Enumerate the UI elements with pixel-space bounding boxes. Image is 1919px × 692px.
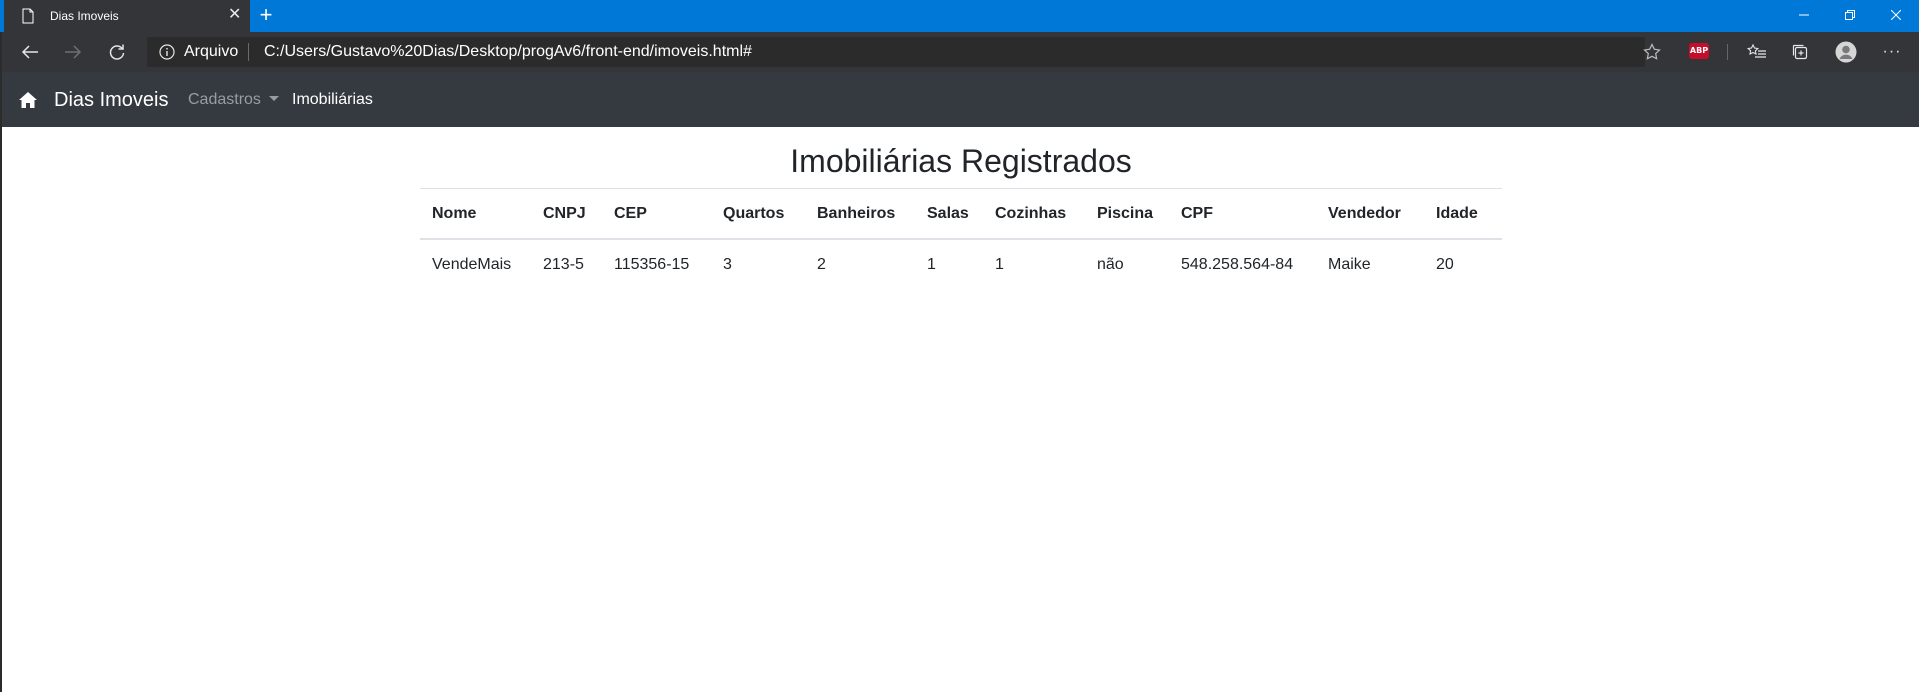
collections-button[interactable]: [1785, 38, 1815, 66]
cell-cep: 115356-15: [614, 256, 690, 273]
cell-nome: VendeMais: [432, 256, 512, 273]
refresh-icon: [109, 44, 125, 60]
refresh-button[interactable]: [102, 38, 132, 66]
cell-salas: 1: [927, 256, 936, 273]
column-header-vendedor: Vendedor: [1316, 188, 1424, 240]
collections-icon: [1792, 44, 1808, 60]
close-window-button[interactable]: [1873, 0, 1919, 32]
column-header-cnpj: CNPJ: [531, 188, 602, 240]
column-header-salas: Salas: [915, 188, 983, 240]
more-options-button[interactable]: ···: [1877, 38, 1907, 66]
minimize-icon: [1799, 14, 1809, 16]
column-header-cpf: CPF: [1169, 188, 1316, 240]
page-icon: [20, 8, 36, 24]
table-row: VendeMais 213-5 115356-15 3 2 1 1 não 54…: [420, 239, 1502, 290]
cell-piscina: não: [1097, 256, 1124, 273]
close-icon: [1890, 9, 1902, 21]
browser-tab-strip: Dias Imoveis ✕ +: [0, 0, 1919, 32]
column-header-quartos: Quartos: [711, 188, 805, 240]
profile-button[interactable]: [1831, 38, 1861, 66]
column-header-cozinhas: Cozinhas: [983, 188, 1085, 240]
cell-vendedor: Maike: [1328, 256, 1371, 273]
back-button[interactable]: [15, 38, 45, 66]
browser-toolbar: Arquivo C:/Users/Gustavo%20Dias/Desktop/…: [0, 32, 1919, 72]
column-header-piscina: Piscina: [1085, 188, 1169, 240]
toolbar-divider: [1727, 44, 1728, 60]
avatar-icon: [1835, 41, 1857, 63]
cadastros-dropdown[interactable]: Cadastros: [188, 90, 279, 110]
new-tab-button[interactable]: +: [253, 2, 279, 28]
imobiliarias-table: Nome CNPJ CEP Quartos Banheiros Salas Co…: [420, 188, 1502, 290]
cell-banheiros: 2: [817, 256, 826, 273]
restore-button[interactable]: [1827, 0, 1873, 32]
cell-idade: 20: [1436, 256, 1454, 273]
column-header-idade: Idade: [1424, 188, 1502, 240]
forward-button[interactable]: [58, 38, 88, 66]
arrow-right-icon: [65, 45, 82, 59]
protocol-label[interactable]: Arquivo: [184, 43, 238, 61]
favorites-button[interactable]: [1742, 38, 1772, 66]
favorites-list-icon: [1747, 43, 1766, 58]
column-header-nome: Nome: [420, 188, 531, 240]
info-icon[interactable]: [159, 44, 175, 60]
site-navbar: Dias Imoveis Cadastros Imobiliárias: [0, 72, 1919, 127]
adblock-plus-icon: ABP: [1689, 43, 1709, 59]
page-title: Imobiliárias Registrados: [790, 143, 1132, 179]
tab-title: Dias Imoveis: [50, 9, 119, 23]
navbar-brand[interactable]: Dias Imoveis: [54, 88, 168, 112]
cell-cnpj: 213-5: [543, 256, 584, 273]
address-divider: [248, 43, 249, 61]
caret-down-icon: [268, 96, 279, 101]
cell-cozinhas: 1: [995, 256, 1004, 273]
column-header-cep: CEP: [602, 188, 711, 240]
minimize-button[interactable]: [1781, 0, 1827, 32]
arrow-left-icon: [21, 45, 38, 59]
home-icon[interactable]: [18, 91, 38, 109]
cadastros-dropdown-label: Cadastros: [188, 91, 261, 108]
adblock-plus-button[interactable]: ABP: [1688, 42, 1710, 60]
url-text[interactable]: C:/Users/Gustavo%20Dias/Desktop/progAv6/…: [264, 43, 752, 61]
browser-tab[interactable]: Dias Imoveis ✕: [4, 0, 250, 32]
cell-cpf: 548.258.564-84: [1181, 256, 1294, 273]
cell-quartos: 3: [723, 256, 732, 273]
column-header-banheiros: Banheiros: [805, 188, 915, 240]
nav-link-imobiliarias[interactable]: Imobiliárias: [292, 90, 373, 110]
restore-icon: [1845, 10, 1855, 20]
address-bar[interactable]: Arquivo C:/Users/Gustavo%20Dias/Desktop/…: [147, 37, 1661, 67]
tab-close-icon[interactable]: ✕: [228, 7, 241, 23]
favorite-star-icon[interactable]: [1643, 43, 1661, 66]
table-header-row: Nome CNPJ CEP Quartos Banheiros Salas Co…: [420, 188, 1502, 240]
window-border: [0, 32, 2, 692]
